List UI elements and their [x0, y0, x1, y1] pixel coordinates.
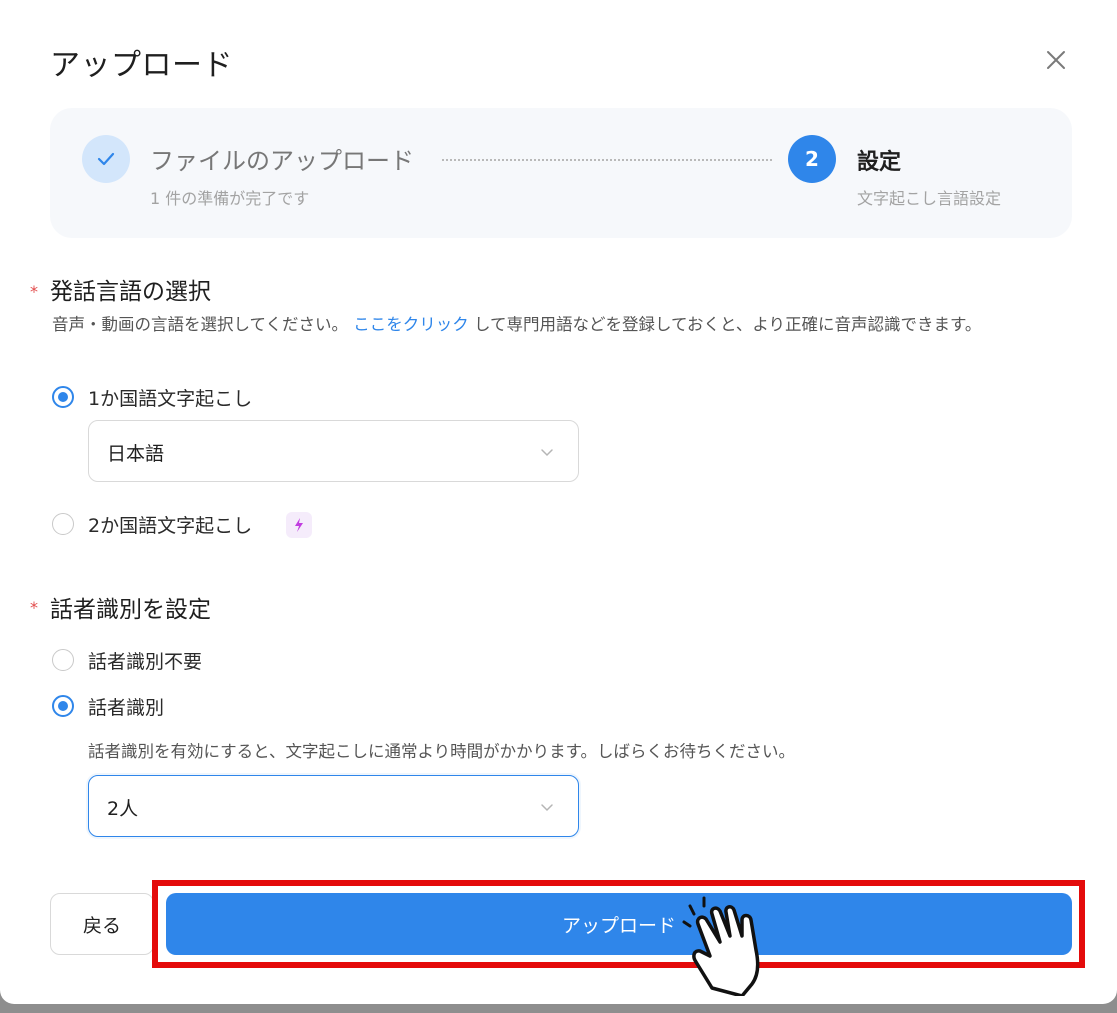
step2-title: 設定 — [857, 150, 902, 175]
speaker-count-value: 2人 — [107, 798, 139, 820]
dual-language-label: 2か国語文字起こし — [88, 515, 253, 537]
language-select-value: 日本語 — [107, 443, 165, 465]
upload-dialog: アップロード ファイルのアップロード 1 件の準備が完了です 2 設定 文字起こ… — [0, 0, 1117, 1004]
chevron-down-icon — [538, 798, 556, 816]
step-connector — [442, 159, 772, 161]
language-description: 音声・動画の言語を選択してください。 ここをクリック して専門用語などを登録して… — [52, 310, 1082, 339]
radio-dual-language[interactable] — [52, 513, 74, 535]
language-section-title: 発話言語の選択 — [50, 279, 211, 305]
radio-no-speaker-id[interactable] — [52, 649, 74, 671]
chevron-down-icon — [538, 443, 556, 461]
required-mark: * — [30, 598, 38, 617]
back-button[interactable]: 戻る — [50, 893, 154, 955]
steps-bar: ファイルのアップロード 1 件の準備が完了です 2 設定 文字起こし言語設定 — [50, 108, 1072, 238]
register-terms-link[interactable]: ここをクリック — [353, 315, 469, 334]
required-mark: * — [30, 282, 38, 301]
description-text-rest: して専門用語などを登録しておくと、より正確に音声認識できます。 — [474, 315, 982, 334]
speaker-id-label: 話者識別 — [88, 697, 165, 719]
close-icon[interactable] — [1040, 44, 1072, 76]
speaker-id-note: 話者識別を有効にすると、文字起こしに通常より時間がかかります。しばらくお待ちくだ… — [88, 742, 796, 761]
hand-pointer-icon — [682, 896, 800, 998]
step2-subtitle: 文字起こし言語設定 — [857, 189, 1002, 208]
step2-number: 2 — [788, 135, 836, 183]
step1-title: ファイルのアップロード — [150, 147, 414, 175]
check-icon — [82, 135, 130, 183]
language-select[interactable]: 日本語 — [88, 420, 579, 482]
step1-subtitle: 1 件の準備が完了です — [150, 189, 310, 208]
ai-sparkle-icon — [286, 512, 312, 538]
speaker-count-select[interactable]: 2人 — [88, 775, 579, 837]
radio-speaker-id[interactable] — [52, 695, 74, 717]
speaker-section-title: 話者識別を設定 — [50, 597, 211, 623]
upload-button[interactable]: アップロード — [166, 893, 1072, 955]
radio-single-language[interactable] — [52, 386, 74, 408]
dialog-title: アップロード — [50, 48, 233, 83]
description-text: 音声・動画の言語を選択してください。 — [52, 315, 349, 334]
single-language-label: 1か国語文字起こし — [88, 388, 253, 410]
no-speaker-id-label: 話者識別不要 — [88, 651, 203, 673]
